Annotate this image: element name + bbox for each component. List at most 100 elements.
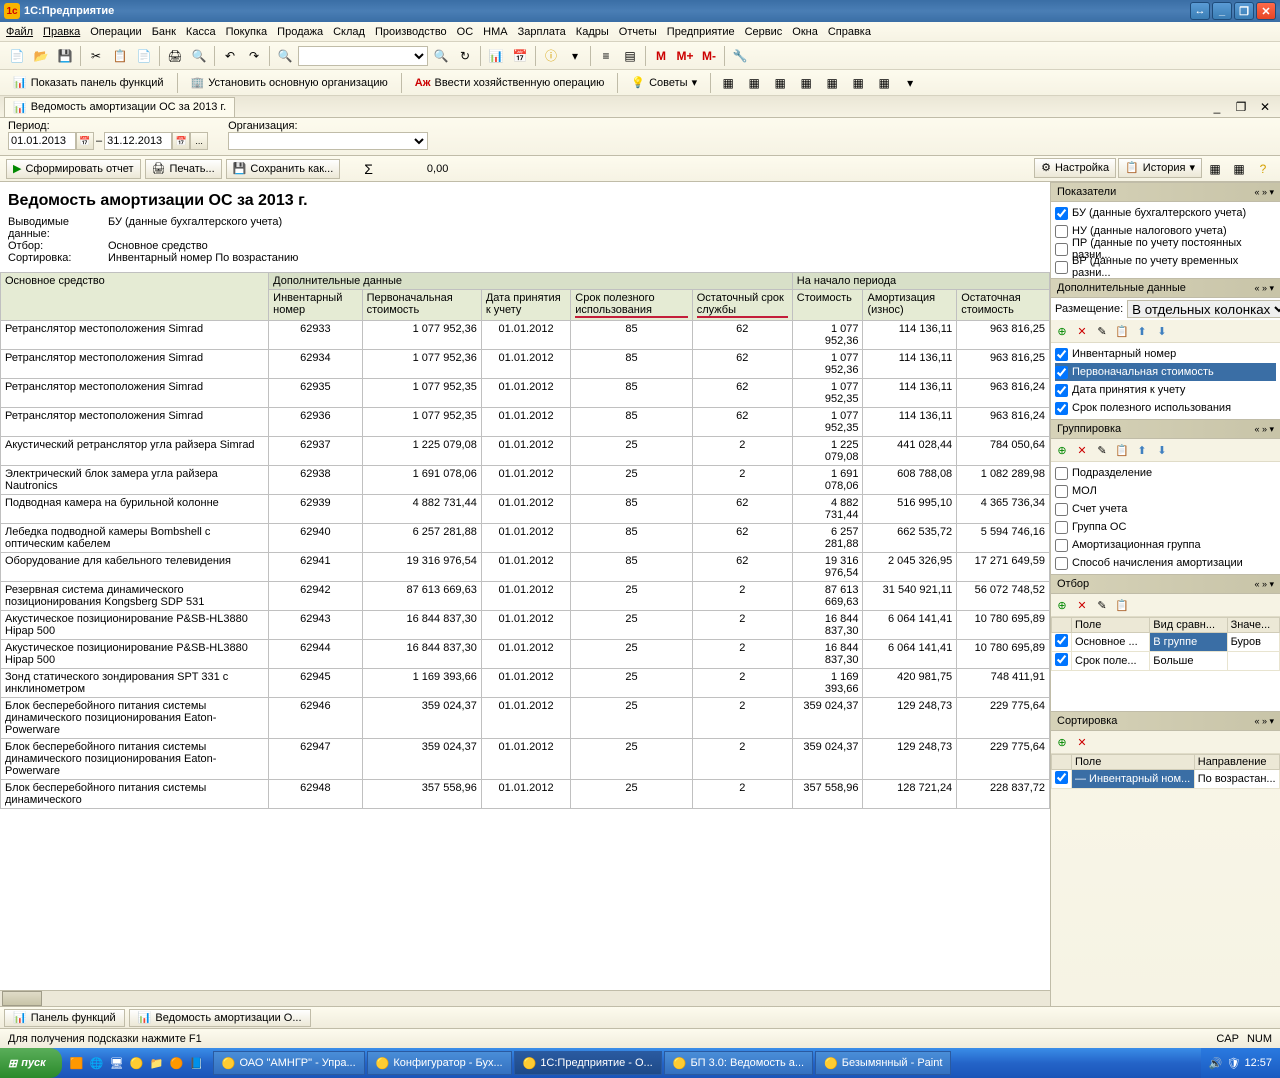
tb2-icon4[interactable]: ▦: [795, 72, 817, 94]
menu-windows[interactable]: Окна: [792, 26, 818, 38]
find-icon[interactable]: 🔍: [274, 45, 296, 67]
list-item[interactable]: Группа ОС: [1055, 518, 1276, 536]
extra-add-icon[interactable]: ⊕: [1053, 322, 1071, 340]
flt-add-icon[interactable]: ⊕: [1053, 596, 1071, 614]
menu-bank[interactable]: Банк: [152, 26, 176, 38]
clock[interactable]: 12:57: [1244, 1057, 1272, 1069]
menu-cash[interactable]: Касса: [186, 26, 216, 38]
menu-enterprise[interactable]: Предприятие: [667, 26, 735, 38]
list-item[interactable]: Первоначальная стоимость: [1055, 363, 1276, 381]
list-item[interactable]: БУ (данные бухгалтерского учета): [1055, 204, 1276, 222]
list-item[interactable]: Способ начисления амортизации: [1055, 554, 1276, 572]
copy-icon[interactable]: 📋: [109, 45, 131, 67]
calc-icon[interactable]: 📊: [485, 45, 507, 67]
list-item[interactable]: Счет учета: [1055, 500, 1276, 518]
grp-edit-icon[interactable]: ✎: [1093, 441, 1111, 459]
period-select-button[interactable]: ...: [190, 132, 208, 150]
table-row[interactable]: Ретранслятор местоположения Simrad629361…: [1, 408, 1050, 437]
list-item[interactable]: ВР (данные по учету временных разни...: [1055, 258, 1276, 276]
grp-copy-icon[interactable]: 📋: [1113, 441, 1131, 459]
tab-max-button[interactable]: ❐: [1230, 96, 1252, 118]
form-report-button[interactable]: ▶ Сформировать отчет: [6, 159, 141, 179]
tab-close-button[interactable]: ✕: [1254, 96, 1276, 118]
menu-edit[interactable]: Правка: [43, 26, 80, 38]
extra-down-icon[interactable]: ⬇: [1153, 322, 1171, 340]
table-row[interactable]: Резервная система динамического позицион…: [1, 582, 1050, 611]
tb2-icon6[interactable]: ▦: [847, 72, 869, 94]
toggle-button[interactable]: ↔: [1190, 2, 1210, 20]
tree-icon[interactable]: ▤: [619, 45, 641, 67]
table-row[interactable]: Ретранслятор местоположения Simrad629351…: [1, 379, 1050, 408]
tray-icon2[interactable]: 🛡: [1227, 1057, 1241, 1070]
calendar-icon[interactable]: 📅: [509, 45, 531, 67]
filter-row[interactable]: Основное ...В группеБуров: [1052, 633, 1280, 652]
close-button[interactable]: ✕: [1256, 2, 1276, 20]
flt-delete-icon[interactable]: ✕: [1073, 596, 1091, 614]
open-icon[interactable]: 📂: [30, 45, 52, 67]
undo-icon[interactable]: ↶: [219, 45, 241, 67]
info-icon[interactable]: ⓘ: [540, 45, 562, 67]
table-row[interactable]: Ретранслятор местоположения Simrad629341…: [1, 350, 1050, 379]
tools-icon[interactable]: 🔧: [729, 45, 751, 67]
list-item[interactable]: Подразделение: [1055, 464, 1276, 482]
history-button[interactable]: 📋 История ▾: [1118, 158, 1202, 178]
grp-down-icon[interactable]: ⬇: [1153, 441, 1171, 459]
tb2-icon1[interactable]: ▦: [717, 72, 739, 94]
placement-select[interactable]: В отдельных колонках: [1127, 300, 1280, 318]
table-row[interactable]: Акустическое позиционирование P&SB-HL388…: [1, 611, 1050, 640]
preview-icon[interactable]: 🔍: [188, 45, 210, 67]
menu-reports[interactable]: Отчеты: [619, 26, 657, 38]
extra-up-icon[interactable]: ⬆: [1133, 322, 1151, 340]
show-panel-button[interactable]: 📊 Показать панель функций: [6, 73, 171, 93]
sort-delete-icon[interactable]: ✕: [1073, 733, 1091, 751]
settings-button[interactable]: ⚙ Настройка: [1034, 158, 1116, 178]
help-icon[interactable]: ?: [1252, 158, 1274, 180]
start-button[interactable]: ⊞ пуск: [0, 1048, 62, 1078]
maximize-button[interactable]: ❐: [1234, 2, 1254, 20]
tb2-icon2[interactable]: ▦: [743, 72, 765, 94]
list-item[interactable]: МОЛ: [1055, 482, 1276, 500]
table-row[interactable]: Блок бесперебойного питания системы дина…: [1, 780, 1050, 809]
date-to-calendar-button[interactable]: 📅: [172, 132, 190, 150]
date-from-input[interactable]: [8, 132, 76, 150]
table-row[interactable]: Лебедка подводной камеры Bombshell с опт…: [1, 524, 1050, 553]
taskbar-task[interactable]: 🟡Конфигуратор - Бух...: [367, 1051, 512, 1075]
table-row[interactable]: Ретранслятор местоположения Simrad629331…: [1, 321, 1050, 350]
m-minus-icon[interactable]: M-: [698, 45, 720, 67]
save-icon[interactable]: 💾: [54, 45, 76, 67]
search-combo[interactable]: [298, 46, 428, 66]
print-button[interactable]: 🖨 Печать...: [145, 159, 222, 179]
menu-purchase[interactable]: Покупка: [226, 26, 268, 38]
grouping-header[interactable]: Группировка« » ▾: [1051, 419, 1280, 439]
flt-copy-icon[interactable]: 📋: [1113, 596, 1131, 614]
m-icon[interactable]: M: [650, 45, 672, 67]
ql-icon6[interactable]: 🟠: [168, 1053, 186, 1073]
extra-delete-icon[interactable]: ✕: [1073, 322, 1091, 340]
cut-icon[interactable]: ✂: [85, 45, 107, 67]
print-icon[interactable]: 🖨: [164, 45, 186, 67]
panel-icon1[interactable]: ▦: [1204, 158, 1226, 180]
table-row[interactable]: Электрический блок замера угла райзера N…: [1, 466, 1050, 495]
table-row[interactable]: Зонд статического зондирования SPT 331 с…: [1, 669, 1050, 698]
list-item[interactable]: Инвентарный номер: [1055, 345, 1276, 363]
new-icon[interactable]: 📄: [6, 45, 28, 67]
extra-copy-icon[interactable]: 📋: [1113, 322, 1131, 340]
enter-op-button[interactable]: Аж Ввести хозяйственную операцию: [408, 73, 612, 93]
horizontal-scrollbar[interactable]: [0, 990, 1050, 1006]
extra-header[interactable]: Дополнительные данные« » ▾: [1051, 278, 1280, 298]
minimize-button[interactable]: _: [1212, 2, 1232, 20]
taskbar-task[interactable]: 🟡1С:Предприятие - О...: [514, 1051, 662, 1075]
org-select[interactable]: [228, 132, 428, 150]
tb2-icon7[interactable]: ▦: [873, 72, 895, 94]
table-row[interactable]: Оборудование для кабельного телевидения6…: [1, 553, 1050, 582]
sort-row[interactable]: — Инвентарный ном...По возрастан...: [1052, 770, 1280, 789]
search-go-icon[interactable]: 🔍: [430, 45, 452, 67]
list-item[interactable]: Амортизационная группа: [1055, 536, 1276, 554]
sort-add-icon[interactable]: ⊕: [1053, 733, 1071, 751]
filter-header[interactable]: Отбор« » ▾: [1051, 574, 1280, 594]
system-tray[interactable]: 🔊 🛡 12:57: [1201, 1048, 1280, 1078]
grp-add-icon[interactable]: ⊕: [1053, 441, 1071, 459]
menu-warehouse[interactable]: Склад: [333, 26, 365, 38]
menu-file[interactable]: Файл: [6, 26, 33, 38]
table-row[interactable]: Акустическое позиционирование P&SB-HL388…: [1, 640, 1050, 669]
